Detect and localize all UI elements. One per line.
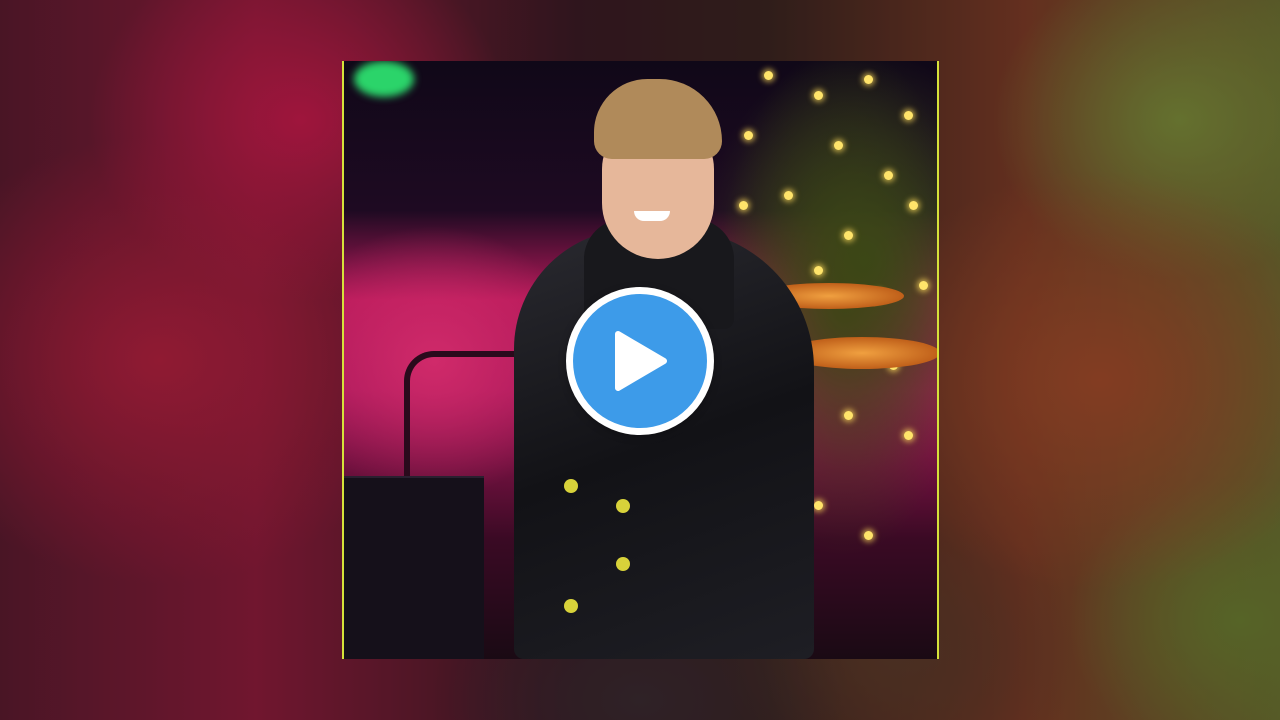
play-icon xyxy=(615,331,667,391)
smile xyxy=(634,211,670,221)
tree-light xyxy=(814,266,823,275)
speaker-cabinet xyxy=(344,476,484,659)
tree-light xyxy=(909,201,918,210)
tree-light xyxy=(904,431,913,440)
tree-light xyxy=(919,281,928,290)
tree-light xyxy=(834,141,843,150)
tree-light xyxy=(864,75,873,84)
tree-light xyxy=(884,171,893,180)
tree-light xyxy=(864,531,873,540)
hair xyxy=(594,79,722,159)
play-button-circle xyxy=(573,294,707,428)
tree-light xyxy=(844,411,853,420)
tree-light xyxy=(844,231,853,240)
coat-button xyxy=(564,479,578,493)
coat-button xyxy=(564,599,578,613)
coat-button xyxy=(616,499,630,513)
tree-light xyxy=(814,91,823,100)
tree-light xyxy=(904,111,913,120)
play-button[interactable] xyxy=(566,287,714,435)
tree-light xyxy=(814,501,823,510)
coat-button xyxy=(616,557,630,571)
video-player[interactable] xyxy=(0,0,1280,720)
stage-light-green xyxy=(354,61,414,97)
